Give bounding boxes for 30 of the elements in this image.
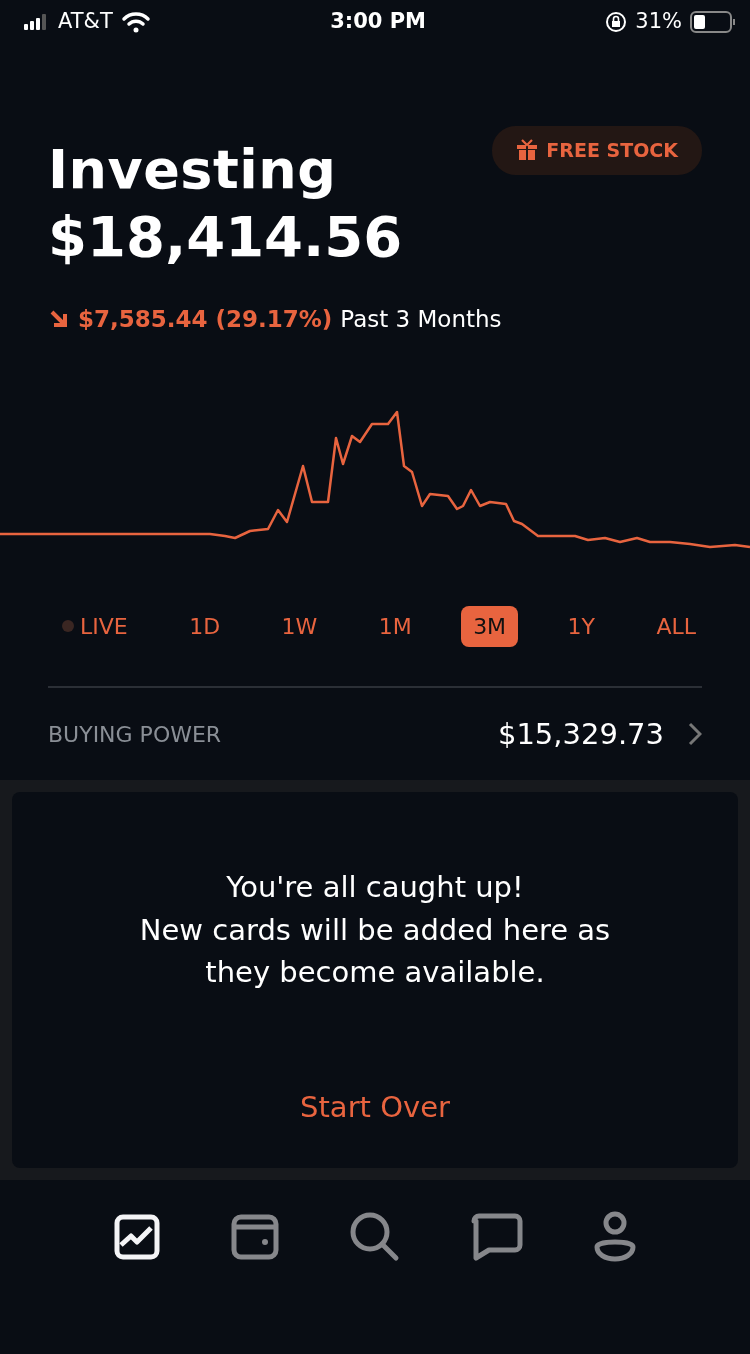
chat-bubble-icon [471,1213,523,1262]
time-range-tab[interactable]: ALL [644,606,708,647]
wifi-icon [120,11,151,33]
tab-bar-button[interactable] [113,1213,161,1262]
time-range-tab[interactable]: 1W [269,606,330,647]
start-over-link[interactable]: Start Over [294,1085,456,1131]
battery-icon [690,10,736,34]
free-stock-button[interactable]: FREE STOCK [492,126,702,175]
chart-icon [113,1213,161,1262]
buying-power-label: BUYING POWER [48,721,222,749]
portfolio-balance: $18,414.56 [48,202,403,270]
change-amount: $7,585.44 (29.17%) [78,305,333,334]
buying-power-value: $15,329.73 [497,715,664,753]
carrier-name: AT&T [58,8,113,36]
person-icon [593,1211,637,1264]
time-range-tab[interactable]: 3M [461,606,519,647]
page-title: Investing [48,138,338,203]
rotation-lock-icon [605,11,628,33]
time-range-tab[interactable]: 1Y [555,606,607,647]
search-icon [349,1211,401,1264]
battery-percent: 31% [635,8,682,36]
chevron-right-icon [688,722,702,747]
change-period: Past 3 Months [340,305,502,334]
time-range-tab[interactable]: 1D [177,606,233,647]
time-range-tab[interactable]: LIVE [50,606,140,647]
clock-time: 3:00 PM [330,8,426,36]
caught-up-message: You're all caught up! New cards will be added here as they become available. [138,869,612,991]
time-range-tab[interactable]: 1M [366,606,424,647]
wallet-icon [231,1213,279,1262]
gift-icon [516,139,539,162]
